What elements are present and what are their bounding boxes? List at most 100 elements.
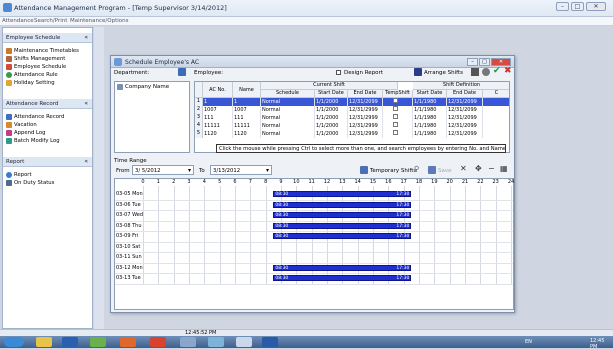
day-row-divider [115, 283, 513, 285]
shift-bar[interactable]: 08:30 17:30 [273, 264, 412, 271]
grid-view-icon[interactable]: ▦ [500, 164, 508, 173]
sidebar-item-employee-schedule[interactable]: Employee Schedule [6, 63, 66, 71]
from-date-input[interactable]: 3/ 5/2012 ▾ [132, 165, 194, 175]
minus-icon[interactable]: − [488, 164, 495, 173]
shift-bar[interactable]: 08:30 17:30 [273, 275, 412, 281]
employee-grid[interactable]: AC No. Name Current Shift Schedule Start… [194, 81, 510, 153]
row-header[interactable]: 3 [195, 114, 203, 122]
sidebar-item-report[interactable]: Report [6, 171, 32, 179]
sidebar-section-report[interactable]: Report « [3, 157, 92, 167]
col-ac-no[interactable]: AC No. [203, 82, 233, 98]
menu-maintenance-options[interactable]: Maintenance/Options [70, 18, 129, 24]
sidebar-item-append-log[interactable]: Append Log [6, 129, 45, 137]
hour-tick-label: 17 [400, 179, 407, 185]
day-row-divider [115, 199, 513, 201]
ok-check-icon[interactable]: ✔ [493, 66, 501, 76]
row-header[interactable]: 2 [195, 106, 203, 114]
tempshift-checkbox[interactable] [393, 106, 398, 111]
chevron-up-icon[interactable]: « [84, 34, 88, 41]
col-group-shift-definition: Shift Definition [413, 82, 509, 90]
window-taskbar-icon[interactable] [208, 337, 224, 347]
menu-attendance[interactable]: Attendance [2, 18, 34, 24]
department-icon[interactable] [178, 68, 186, 76]
menu-search-print[interactable]: Search/Print [34, 18, 67, 24]
sidebar-item-vacation[interactable]: Vacation [6, 121, 37, 129]
chevron-up-icon[interactable]: « [84, 158, 88, 165]
tempshift-checkbox[interactable] [393, 130, 398, 135]
tempshift-checkbox[interactable] [393, 122, 398, 127]
row-header[interactable]: 1 [195, 98, 203, 106]
attendance-taskbar-icon[interactable] [236, 337, 252, 347]
sidebar-item-attendance-record[interactable]: Attendance Record [6, 113, 64, 121]
col-def-end-date[interactable]: End Date [447, 90, 483, 98]
row-header[interactable]: 4 [195, 122, 203, 130]
col-start-date[interactable]: Start Date [315, 90, 348, 98]
shift-bar[interactable]: 08:30 17:30 [273, 212, 412, 218]
sidebar-item-batch-modify-log[interactable]: Batch Modify Log [6, 137, 60, 145]
tempshift-checkbox[interactable] [393, 98, 398, 103]
col-end-date[interactable]: End Date [348, 90, 383, 98]
dialog-minimize-button[interactable]: – [467, 58, 478, 66]
shift-end-label: 17:30 [396, 202, 410, 208]
col-schedule[interactable]: Schedule [261, 90, 315, 98]
delete-x-icon[interactable]: ✕ [460, 164, 467, 173]
start-button[interactable] [4, 337, 24, 347]
sidebar-item-attendance-rule[interactable]: Attendance Rule [6, 71, 58, 79]
to-date-value: 3/13/2012 [213, 168, 241, 174]
temporary-shifts-icon[interactable] [360, 166, 368, 174]
col-name[interactable]: Name [233, 82, 261, 98]
app-taskbar-icon[interactable] [90, 337, 106, 347]
office-taskbar-icon[interactable] [120, 337, 136, 347]
preview-icon[interactable] [482, 68, 490, 76]
shift-bar[interactable]: 08:30 17:30 [273, 201, 412, 208]
shift-bar[interactable]: 08:30 17:30 [273, 191, 412, 197]
tempshift-checkbox[interactable] [393, 114, 398, 119]
filter-icon[interactable]: ⚲ [414, 165, 419, 173]
row-header[interactable]: 5 [195, 130, 203, 138]
table-cell: 1/1/2000 [315, 106, 348, 114]
department-list[interactable]: Company Name [114, 81, 190, 153]
skype-taskbar-icon[interactable] [62, 337, 78, 347]
explorer-taskbar-icon[interactable] [36, 337, 52, 347]
dialog-maximize-button[interactable]: □ [479, 58, 490, 66]
department-item-company[interactable]: Company Name [117, 84, 169, 90]
schedule-chart[interactable]: 0 1 2 3 4 5 6 7 8 9 10 11 12 13 14 15 16 17 18 19 20 21 22 23 24… [114, 178, 514, 310]
close-button[interactable]: ✕ [586, 2, 606, 11]
sidebar-section-employee-schedule[interactable]: Employee Schedule « [3, 33, 92, 43]
taskbar-clock[interactable]: 12:45 PM [590, 338, 613, 350]
temporary-shifts-button[interactable]: Temporary Shifts [370, 168, 416, 174]
dialog-close-button[interactable]: ✕ [491, 58, 511, 66]
maximize-button[interactable]: □ [571, 2, 584, 11]
sidebar-item-shifts-management[interactable]: Shifts Management [6, 55, 65, 63]
arrange-shifts-icon[interactable] [414, 68, 422, 76]
minimize-button[interactable]: – [556, 2, 569, 11]
col-c[interactable]: C [483, 90, 509, 98]
arrange-shifts-button[interactable]: Arrange Shifts [424, 70, 463, 76]
sidebar-section-attendance-record[interactable]: Attendance Record « [3, 99, 92, 109]
col-tempshift[interactable]: TempShift [383, 90, 413, 98]
col-def-start-date[interactable]: Start Date [413, 90, 447, 98]
chevron-down-icon[interactable]: ▾ [266, 167, 269, 174]
to-date-input[interactable]: 3/13/2012 ▾ [210, 165, 272, 175]
shift-bar[interactable]: 08:30 17:30 [273, 233, 412, 239]
cancel-x-icon[interactable]: ✖ [504, 66, 512, 76]
word-taskbar-icon[interactable] [262, 337, 278, 347]
sidebar-item-maintenance-timetables[interactable]: Maintenance Timetables [6, 47, 79, 55]
printer-icon[interactable] [471, 68, 479, 76]
language-indicator[interactable]: EN [525, 339, 532, 345]
shift-start-label: 08:30 [275, 223, 289, 229]
browser-taskbar-icon[interactable] [150, 337, 166, 347]
report-icon [6, 172, 12, 178]
sidebar-item-on-duty-status[interactable]: On Duty Status [6, 179, 54, 187]
tool-taskbar-icon[interactable] [180, 337, 196, 347]
save-icon[interactable] [428, 166, 436, 174]
sidebar-item-holiday-setting[interactable]: Holiday Setting [6, 79, 55, 87]
design-report-checkbox[interactable] [336, 70, 341, 75]
shift-bar[interactable]: 08:30 17:30 [273, 222, 412, 229]
sidebar-item-label: Vacation [14, 122, 37, 128]
chevron-down-icon[interactable]: ▾ [188, 167, 191, 174]
save-button[interactable]: Save [438, 168, 452, 174]
move-icon[interactable]: ✥ [475, 164, 482, 173]
chevron-up-icon[interactable]: « [84, 100, 88, 107]
splitter[interactable] [94, 27, 104, 329]
